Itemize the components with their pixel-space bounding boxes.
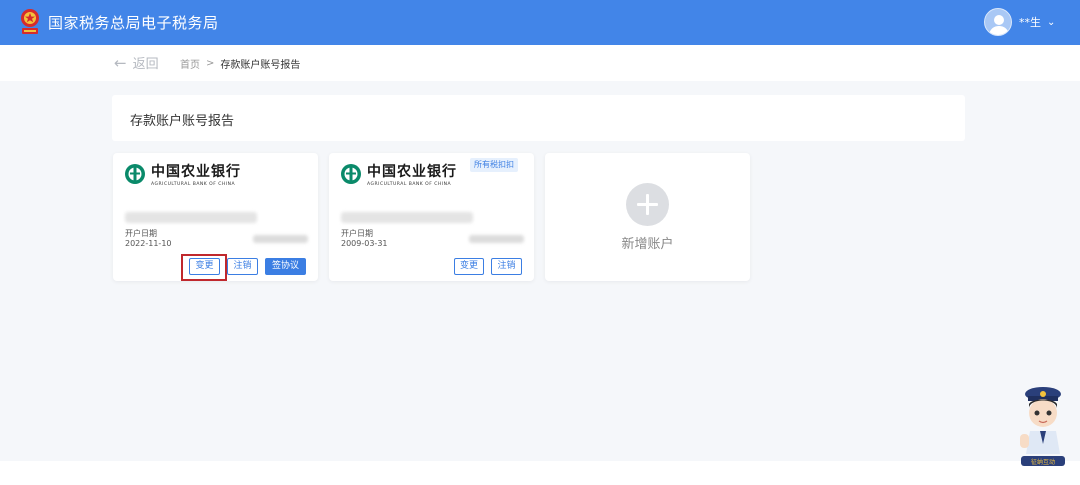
page-title-panel: 存款账户账号报告 [112,95,965,141]
back-button[interactable]: ← 返回 [114,53,159,73]
bank-account-card: 中国农业银行 AGRICULTURAL BANK OF CHINA 开户日期 2… [113,153,318,281]
tax-officer-mascot-icon[interactable]: 征纳互动 [1018,386,1068,468]
masked-account-extra [469,235,524,243]
masked-account-extra [253,235,308,243]
bank-name-english: AGRICULTURAL BANK OF CHINA [367,182,452,187]
add-account-card[interactable]: 新增账户 [545,153,750,281]
back-label[interactable]: 返回 [133,53,159,72]
abc-bank-emblem-icon [125,164,145,184]
page-title: 存款账户账号报告 [130,114,235,129]
user-menu[interactable]: **生 ⌄ [984,8,1055,36]
user-avatar-icon[interactable] [984,8,1012,36]
navigation-bar: ← 返回 首页 > 存款账户账号报告 [0,45,1080,81]
open-date-label: 开户日期 [341,229,373,238]
top-header-bar: 国家税务总局电子税务局 **生 ⌄ [0,0,1080,45]
bank-name: 中国农业银行 [367,164,457,180]
tax-deduction-tag: 所有税扣扣 [470,158,518,172]
breadcrumb-current: 存款账户账号报告 [220,60,301,71]
change-button[interactable]: 变更 [454,258,484,275]
bank-name: 中国农业银行 [151,164,241,180]
open-date-value: 2022-11-10 [125,239,172,248]
bank-name-english: AGRICULTURAL BANK OF CHINA [151,182,236,187]
plus-icon[interactable] [626,183,669,226]
app-title: 国家税务总局电子税务局 [48,14,219,32]
bank-account-card: 中国农业银行 AGRICULTURAL BANK OF CHINA 所有税扣扣 … [329,153,534,281]
abc-bank-emblem-icon [341,164,361,184]
user-name[interactable]: **生 [1019,14,1041,30]
national-emblem-icon [21,9,39,34]
bottom-strip [0,461,1080,485]
open-date-value: 2009-03-31 [341,239,388,248]
breadcrumb-home[interactable]: 首页 [180,56,200,71]
breadcrumb: 首页 > 存款账户账号报告 [180,56,300,71]
bank-logo: 中国农业银行 AGRICULTURAL BANK OF CHINA [340,163,475,189]
mascot-label: 征纳互动 [1031,458,1055,466]
masked-account-number [341,212,473,223]
bank-logo: 中国农业银行 AGRICULTURAL BANK OF CHINA [124,163,259,189]
sign-agreement-button[interactable]: 签协议 [265,258,306,275]
cancel-button[interactable]: 注销 [491,258,522,275]
change-button[interactable]: 变更 [189,258,220,275]
masked-account-number [125,212,257,223]
open-date-label: 开户日期 [125,229,157,238]
chevron-down-icon[interactable]: ⌄ [1047,17,1055,28]
breadcrumb-separator: > [206,58,215,69]
add-account-label[interactable]: 新增账户 [545,233,750,252]
back-arrow-icon[interactable]: ← [114,54,127,72]
cancel-button[interactable]: 注销 [227,258,258,275]
